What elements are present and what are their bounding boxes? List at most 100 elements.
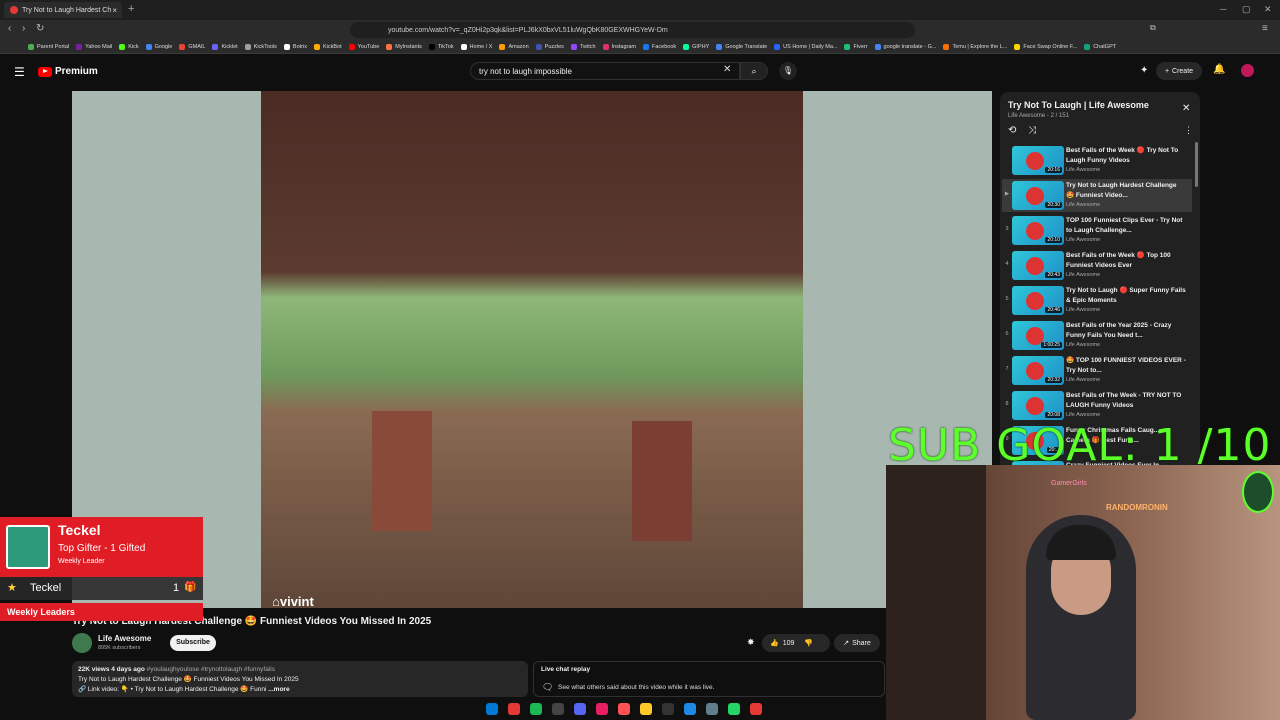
live-chat-replay-panel[interactable]: Live chat replay 🗨 See what others said … — [533, 661, 885, 697]
playlist-item[interactable]: 3 20:10 TOP 100 Funniest Clips Ever - Try … — [1002, 214, 1192, 247]
vivint-watermark: ⌂vivint — [272, 594, 314, 608]
bookmark-item[interactable]: Puzzles — [535, 43, 564, 50]
close-playlist-icon[interactable]: ✕ — [1182, 103, 1190, 114]
playlist-thumbnail[interactable]: 20:46 — [1012, 286, 1064, 315]
playlist-item[interactable]: 7 20:32 🤩 TOP 100 FUNNIEST VIDEOS EVER - T… — [1002, 354, 1192, 387]
bookmark-item[interactable]: google translate - G... — [874, 43, 936, 50]
playlist-thumbnail[interactable]: 20:08 — [1012, 391, 1064, 420]
bookmark-item[interactable]: Botrix — [283, 43, 307, 50]
forward-icon[interactable]: › — [22, 23, 25, 34]
taskbar-app-icon[interactable] — [486, 703, 498, 715]
bookmark-item[interactable]: US Home | Daily Ma... — [774, 43, 837, 50]
bookmark-item[interactable]: Instagram — [602, 43, 636, 50]
hashtags[interactable]: #youlaughyoulose #trynottolaugh #funnyfa… — [147, 666, 275, 673]
taskbar-app-icon[interactable] — [728, 703, 740, 715]
minimize-icon[interactable]: ─ — [1220, 4, 1226, 14]
webcam-overlay: RANDOMRONIN GamerGirls — [886, 465, 1280, 720]
bookmark-item[interactable]: Face Swap Online F... — [1014, 43, 1077, 50]
taskbar-app-icon[interactable] — [530, 703, 542, 715]
bookmark-item[interactable]: MyInstants — [386, 43, 422, 50]
bookmark-item[interactable]: Facebook — [643, 43, 676, 50]
bookmark-item[interactable]: Temu | Explore the L... — [943, 43, 1007, 50]
more-options-icon[interactable]: ⋮ — [1184, 125, 1193, 136]
bookmark-item[interactable]: Google — [145, 43, 172, 50]
bookmark-item[interactable]: Parent Portal — [28, 43, 69, 50]
bookmark-item[interactable]: GMAIL — [179, 43, 205, 50]
shuffle-icon[interactable]: ⤨ — [1028, 125, 1036, 136]
back-icon[interactable]: ‹ — [8, 23, 11, 34]
taskbar-app-icon[interactable] — [508, 703, 520, 715]
taskbar-app-icon[interactable] — [706, 703, 718, 715]
playlist-scrollbar[interactable] — [1195, 142, 1198, 187]
bookmark-item[interactable]: Google Translate — [716, 43, 767, 50]
taskbar-app-icon[interactable] — [596, 703, 608, 715]
video-player[interactable]: ⌂vivint — [72, 91, 992, 608]
channel-avatar[interactable] — [72, 633, 92, 653]
playlist-thumbnail[interactable]: 20:32 — [1012, 356, 1064, 385]
subscribe-button[interactable]: Subscribe — [170, 635, 216, 651]
youtube-premium-logo[interactable]: Premium — [38, 66, 98, 77]
browser-tab[interactable]: Try Not to Laugh Hardest Ch × — [4, 2, 122, 18]
playlist-index: ▶ — [1004, 191, 1010, 197]
taskbar-app-icon[interactable] — [662, 703, 674, 715]
address-bar[interactable]: youtube.com/watch?v=_qZ0Hi2p3qk&list=PLJ… — [350, 22, 915, 38]
new-tab-button[interactable]: + — [128, 3, 134, 15]
playlist-item[interactable]: 4 20:43 Best Fails of the Week 🔴 Top 100 F… — [1002, 249, 1192, 282]
taskbar-app-icon[interactable] — [750, 703, 762, 715]
bookmark-item[interactable]: Amazon — [499, 43, 529, 50]
playlist-item[interactable]: 6 1:00:25 Best Fails of the Year 2025 - Cr… — [1002, 319, 1192, 352]
thumbs-down-icon[interactable]: 👎 — [804, 639, 813, 647]
bookmark-item[interactable]: Home / X — [460, 43, 492, 50]
search-button[interactable]: ⌕ — [740, 62, 768, 80]
clear-search-icon[interactable]: ✕ — [723, 64, 731, 75]
create-button[interactable]: + Create — [1156, 62, 1202, 80]
avatar[interactable] — [1241, 64, 1254, 77]
bookmark-item[interactable]: KickBot — [313, 43, 342, 50]
playlist-item[interactable]: 5 20:46 Try Not to Laugh 🔴 Super Funny Fai… — [1002, 284, 1192, 317]
playlist-thumbnail[interactable]: 20:16 — [1012, 146, 1064, 175]
search-input[interactable]: try not to laugh impossible — [470, 62, 740, 80]
more-link[interactable]: ...more — [268, 686, 289, 693]
playlist-thumbnail[interactable]: 20:30 — [1012, 181, 1064, 210]
loop-icon[interactable]: ⟲ — [1008, 125, 1016, 136]
bookmark-item[interactable]: ChatGPT — [1084, 43, 1116, 50]
close-window-icon[interactable]: ✕ — [1264, 4, 1272, 15]
taskbar-app-icon[interactable] — [552, 703, 564, 715]
menu-icon[interactable]: ≡ — [1262, 23, 1268, 34]
taskbar-app-icon[interactable] — [574, 703, 586, 715]
playlist-item[interactable]: ▶ 20:30 Try Not to Laugh Hardest Challenge… — [1002, 179, 1192, 212]
description-box[interactable]: 22K views 4 days ago #youlaughyoulose #t… — [72, 661, 528, 697]
bookmark-item[interactable]: Yahoo Mail — [76, 43, 112, 50]
notifications-bell-icon[interactable]: 🔔 — [1213, 64, 1225, 75]
reload-icon[interactable]: ↻ — [36, 23, 44, 34]
channel-name[interactable]: Life Awesome — [98, 634, 151, 643]
bookmark-item[interactable]: Fiverr — [844, 43, 868, 50]
share-button[interactable]: ↗ Share — [834, 634, 880, 652]
bookmark-favicon-icon — [28, 43, 34, 50]
playlist-item[interactable]: 20:16 Best Fails of the Week 🔴 Try Not To… — [1002, 144, 1192, 177]
bookmark-item[interactable]: Twitch — [570, 43, 596, 50]
extensions-icon[interactable]: ⧉ — [1150, 23, 1156, 33]
bookmark-item[interactable]: KickTools — [244, 43, 277, 50]
tab-close-icon[interactable]: × — [112, 6, 117, 15]
bookmark-item[interactable]: Kicklet — [212, 43, 238, 50]
bookmark-item[interactable]: TikTok — [428, 43, 454, 50]
maximize-icon[interactable]: ▢ — [1242, 4, 1251, 15]
bookmark-item[interactable]: Kick — [119, 43, 139, 50]
like-button[interactable]: 👍 109 👎 — [762, 634, 830, 652]
taskbar-app-icon[interactable] — [640, 703, 652, 715]
voice-search-icon[interactable]: 🎙 — [779, 62, 797, 80]
hamburger-menu-icon[interactable]: ☰ — [14, 65, 25, 79]
playlist-thumbnail[interactable]: 20:10 — [1012, 216, 1064, 245]
bookmark-item[interactable]: YouTube — [348, 43, 379, 50]
playlist-item[interactable]: 8 20:08 Best Fails of The Week - TRY NOT T… — [1002, 389, 1192, 422]
playlist-title[interactable]: Try Not To Laugh | Life Awesome — [1008, 100, 1149, 110]
taskbar-app-icon[interactable] — [684, 703, 696, 715]
playlist-thumbnail[interactable]: 20:43 — [1012, 251, 1064, 280]
cast-icon[interactable]: ✦ — [1140, 65, 1148, 76]
thumbnail-figure — [1026, 292, 1044, 310]
taskbar-app-icon[interactable] — [618, 703, 630, 715]
bookmark-item[interactable]: GIPHY — [683, 43, 709, 50]
playlist-thumbnail[interactable]: 1:00:25 — [1012, 321, 1064, 350]
gift-icon[interactable]: ✸ — [747, 637, 755, 648]
